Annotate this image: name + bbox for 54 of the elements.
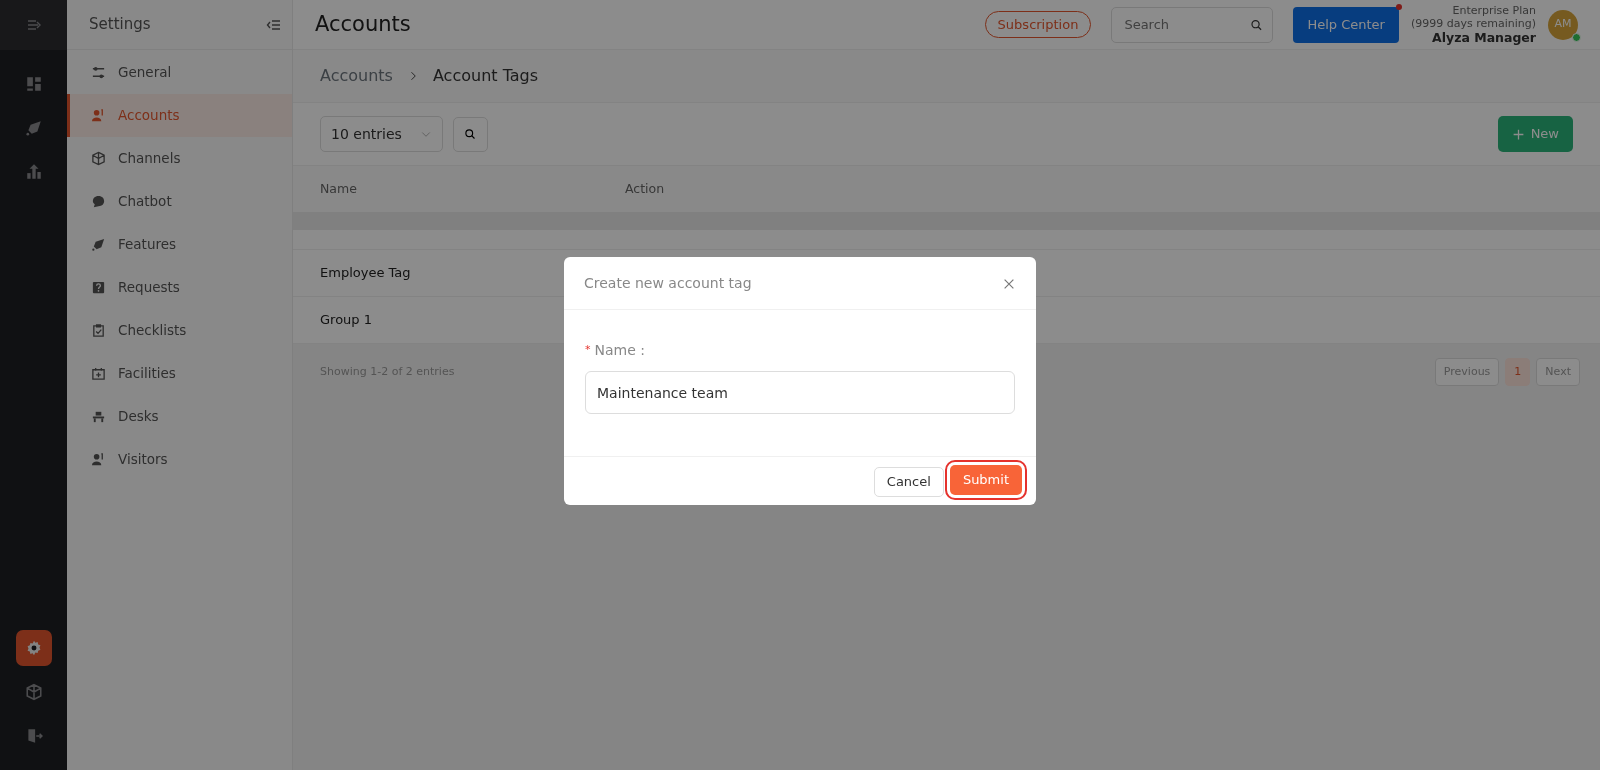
search-icon — [1249, 17, 1263, 32]
next-button[interactable]: Next — [1536, 358, 1580, 386]
breadcrumb-current: Account Tags — [432, 65, 539, 87]
required-asterisk: * — [585, 342, 591, 359]
table-cell-text: Group 1 — [320, 311, 372, 330]
plus-icon — [1511, 127, 1525, 141]
subscription-button[interactable]: Subscription — [984, 10, 1092, 39]
settings-button[interactable] — [15, 630, 52, 666]
breadcrumb-link[interactable]: Accounts — [320, 64, 393, 88]
chart-icon — [24, 163, 43, 181]
search-button[interactable] — [452, 116, 488, 152]
cube-icon — [24, 683, 43, 701]
user-name: Alyza Manager — [1431, 30, 1536, 46]
plan-label: Enterprise Plan — [1451, 3, 1536, 17]
entries-select[interactable]: 10 entries — [320, 116, 443, 152]
search-field[interactable]: Search — [1111, 6, 1274, 43]
sidebar-title: Settings — [89, 14, 151, 36]
entries-value: 10 entries — [331, 124, 402, 144]
people-icon — [91, 108, 106, 123]
sliders-icon — [91, 65, 106, 80]
clipboard-icon — [91, 323, 106, 338]
field-label: Name : — [594, 341, 645, 360]
sidebar-item[interactable]: Channels — [67, 137, 292, 180]
sidebar-item[interactable]: Desks — [67, 395, 292, 438]
sidebar-item[interactable]: General — [67, 51, 292, 94]
avatar[interactable]: AM — [1548, 9, 1578, 40]
new-button[interactable]: New — [1497, 116, 1573, 152]
page-title: Accounts — [315, 10, 412, 38]
people-icon — [91, 452, 106, 467]
sidebar-item[interactable]: Visitors — [67, 438, 292, 481]
previous-button[interactable]: Previous — [1434, 358, 1500, 386]
sidebar-item[interactable]: Checklists — [67, 309, 292, 352]
cube-icon — [91, 151, 106, 166]
page-button[interactable]: 1 — [1505, 358, 1531, 386]
calendar-icon — [91, 366, 106, 381]
cancel-button[interactable]: Cancel — [873, 467, 944, 497]
sidebar-item[interactable]: Chatbot — [67, 180, 292, 223]
question-icon — [91, 280, 106, 295]
help-center-button[interactable]: Help Center — [1293, 6, 1399, 43]
menu-icon — [25, 17, 42, 33]
name-field[interactable]: Maintenance team — [585, 371, 1015, 414]
column-header: Action — [625, 179, 665, 198]
table-cell-text: Employee Tag — [320, 264, 411, 283]
speech-bubble-icon — [91, 194, 106, 209]
days-remaining: (9999 days remaining) — [1410, 17, 1536, 31]
desk-icon — [91, 409, 106, 424]
column-header: Name — [320, 179, 358, 198]
sidebar-item[interactable]: Requests — [67, 266, 292, 309]
sidebar-item[interactable]: Accounts — [67, 94, 292, 137]
dashboard-icon — [24, 75, 43, 93]
search-icon — [464, 128, 477, 140]
sidebar-item[interactable]: Facilities — [67, 352, 292, 395]
dialog-title: Create new account tag — [584, 273, 752, 293]
sidebar-item[interactable]: Features — [67, 223, 292, 266]
